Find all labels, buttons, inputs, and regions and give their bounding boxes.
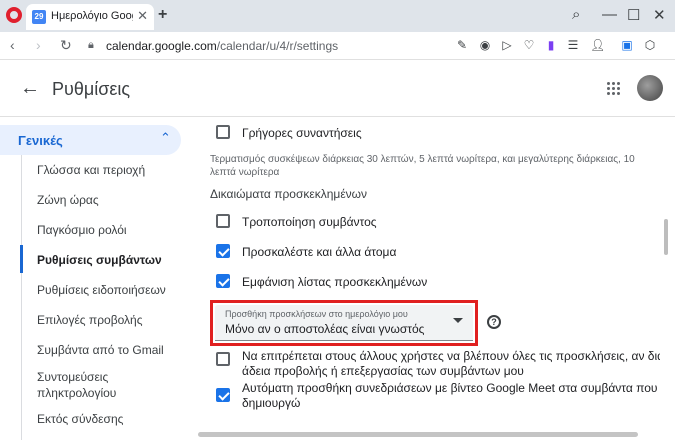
calendar-favicon-icon: 29 xyxy=(32,10,46,24)
help-icon[interactable]: ? xyxy=(487,315,501,329)
quick-meetings-hint: Τερματισμός συσκέψεων διάρκειας 30 λεπτώ… xyxy=(210,154,635,178)
guest-permissions-title: Δικαιώματα προσκεκλημένων xyxy=(210,187,368,201)
close-window-icon[interactable]: ✕ xyxy=(653,6,666,24)
dropdown-value: Μόνο αν ο αποστολέας είναι γνωστός xyxy=(225,322,425,336)
browser-tab-bar: 29 Ημερολόγιο Google - Γενικ ✕ + ⌕ — ☐ ✕ xyxy=(0,0,675,32)
back-icon[interactable]: ‹ xyxy=(10,37,15,53)
new-tab-icon[interactable]: + xyxy=(158,6,167,24)
google-apps-icon[interactable] xyxy=(607,82,621,96)
sidebar-item-view-options[interactable]: Επιλογές προβολής xyxy=(37,312,187,328)
settings-content: Γρήγορες συναντήσεις Τερματισμός συσκέψε… xyxy=(195,117,660,440)
easy-setup-icon[interactable]: ☰ xyxy=(566,38,580,52)
lock-icon: 🔒︎ xyxy=(88,39,94,51)
invite-others-label: Προσκαλέστε και άλλα άτομα xyxy=(242,245,397,259)
sidebar-tree-line xyxy=(21,155,22,440)
url-host: calendar.google.com xyxy=(106,39,217,53)
modify-event-label: Τροποποίηση συμβάντος xyxy=(242,215,377,229)
reload-icon[interactable]: ↻ xyxy=(60,37,72,54)
sidebar-active-indicator xyxy=(20,245,23,273)
search-tabs-icon[interactable]: ⌕ xyxy=(572,6,580,23)
highlight-frame: Προσθήκη προσκλήσεων στο ημερολόγιο μου … xyxy=(210,300,478,346)
sidebar-item-language[interactable]: Γλώσσα και περιοχή xyxy=(37,162,187,178)
url-path: /calendar/u/4/r/settings xyxy=(216,39,339,53)
extension-icon[interactable]: ▣ xyxy=(620,38,634,52)
sidebar-item-notifications[interactable]: Ρυθμίσεις ειδοποιήσεων xyxy=(37,282,187,298)
auto-meet-checkbox[interactable] xyxy=(216,388,230,402)
tab-title: Ημερολόγιο Google - Γενικ xyxy=(51,10,133,22)
sidebar-item-shortcuts[interactable]: Συντομεύσεις πληκτρολογίου xyxy=(37,369,137,401)
maximize-icon[interactable]: ☐ xyxy=(627,6,640,24)
sidebar-item-event-settings[interactable]: Ρυθμίσεις συμβάντων xyxy=(37,252,187,268)
modify-event-checkbox[interactable] xyxy=(216,214,230,228)
page-title: Ρυθμίσεις xyxy=(52,79,131,99)
quick-meetings-label: Γρήγορες συναντήσεις xyxy=(242,126,362,140)
sidebar-section-label: Γενικές xyxy=(18,133,63,148)
send-icon[interactable]: ▷ xyxy=(500,38,514,52)
sidebar-item-world-clock[interactable]: Παγκόσμιο ρολόι xyxy=(37,222,187,238)
let-others-see-line1: Να επιτρέπεται στους άλλους χρήστες να β… xyxy=(242,349,660,363)
dropdown-arrow-icon xyxy=(453,318,463,323)
horizontal-scrollbar[interactable] xyxy=(198,432,638,437)
see-guest-list-checkbox[interactable] xyxy=(216,274,230,288)
invite-others-checkbox[interactable] xyxy=(216,244,230,258)
forward-icon[interactable]: › xyxy=(36,37,41,53)
cube-icon[interactable]: ⬡ xyxy=(643,38,657,52)
auto-meet-line2: δημιουργώ xyxy=(242,396,301,410)
address-bar[interactable]: calendar.google.com/calendar/u/4/r/setti… xyxy=(106,39,338,53)
auto-meet-line1: Αυτόματη προσθήκη συνεδριάσεων με βίντεο… xyxy=(242,381,658,395)
browser-nav-bar: ‹ › ↻ 🔒︎ calendar.google.com/calendar/u/… xyxy=(0,32,675,60)
avatar[interactable] xyxy=(637,75,663,101)
battery-icon[interactable]: ▮ xyxy=(544,38,558,52)
back-arrow-icon[interactable]: ← xyxy=(20,77,40,100)
camera-icon[interactable]: ◉ xyxy=(478,38,492,52)
heart-icon[interactable]: ♡ xyxy=(522,38,536,52)
sidebar-item-gmail-events[interactable]: Συμβάντα από το Gmail xyxy=(37,342,187,358)
sidebar-section-general[interactable]: Γενικές ⌃ xyxy=(0,125,181,155)
sidebar-item-timezone[interactable]: Ζώνη ώρας xyxy=(37,192,187,208)
settings-sidebar: Γενικές ⌃ Γλώσσα και περιοχή Ζώνη ώρας Π… xyxy=(0,117,195,440)
let-others-see-line2: άδεια προβολής ή επεξεργασίας των συμβάν… xyxy=(242,364,524,378)
sidebar-item-offline[interactable]: Εκτός σύνδεσης xyxy=(37,411,187,427)
opera-logo-icon[interactable] xyxy=(6,7,22,23)
see-guest-list-label: Εμφάνιση λίστας προσκεκλημένων xyxy=(242,275,428,289)
dropdown-label: Προσθήκη προσκλήσεων στο ημερολόγιο μου xyxy=(225,309,408,319)
edit-icon[interactable]: ✎ xyxy=(455,38,469,52)
quick-meetings-checkbox[interactable] xyxy=(216,125,230,139)
vertical-scrollbar[interactable] xyxy=(664,219,668,255)
add-invitations-dropdown[interactable]: Προσθήκη προσκλήσεων στο ημερολόγιο μου … xyxy=(215,305,473,341)
minimize-icon[interactable]: — xyxy=(602,6,617,23)
let-others-see-checkbox[interactable] xyxy=(216,352,230,366)
chevron-up-icon: ⌃ xyxy=(160,130,171,145)
settings-header: ← Ρυθμίσεις xyxy=(0,61,675,117)
profile-icon[interactable]: 👤︎ xyxy=(590,38,605,52)
close-tab-icon[interactable]: ✕ xyxy=(137,8,148,24)
browser-tab[interactable]: 29 Ημερολόγιο Google - Γενικ ✕ xyxy=(26,4,154,30)
